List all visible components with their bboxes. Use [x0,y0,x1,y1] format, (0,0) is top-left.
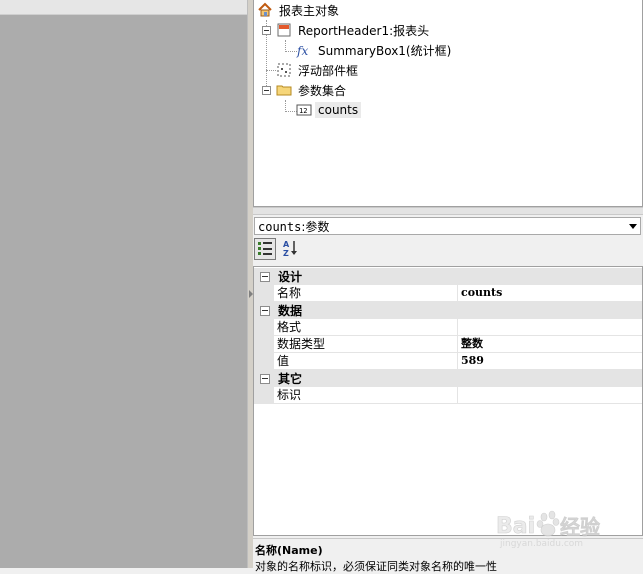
property-value[interactable]: counts [458,285,642,302]
property-name: 名称 [274,285,458,302]
report-header-icon [276,22,292,38]
category-label: 其它 [278,372,303,386]
tree-item-report-header[interactable]: ReportHeader1:报表头 [276,21,432,39]
alphabetical-button[interactable]: A Z [281,238,303,260]
tree-item-counts[interactable]: 12 counts [296,101,362,119]
baidu-watermark: Bai 经验 jingyan.baidu.com [494,505,614,555]
description-text: 对象的名称标识，必须保证同类对象名称的唯一性 [255,560,497,573]
svg-text:fx: fx [296,44,308,58]
property-name: 数据类型 [274,336,458,353]
selected-object-type: 参数 [305,219,330,234]
object-tree[interactable]: 报表主对象 ReportHeader1:报表头 fx SummaryBox1(统… [253,0,643,207]
property-name: 值 [274,353,458,370]
home-icon [257,2,273,18]
property-name: 标识 [274,387,458,404]
category-label: 设计 [278,270,303,284]
svg-text:12: 12 [299,107,307,115]
description-title: 名称(Name) [255,544,323,557]
property-toolbar: A Z [253,237,643,263]
svg-text:A: A [283,240,290,249]
object-inspector: 报表主对象 ReportHeader1:报表头 fx SummaryBox1(统… [253,0,643,573]
category-label: 数据 [278,304,303,318]
tree-item-label: 浮动部件框 [298,63,359,78]
watermark-suffix: 经验 [560,515,601,540]
property-row-name[interactable]: 名称 counts [254,285,642,302]
collapse-toggle-icon[interactable] [260,373,270,384]
left-canvas-area [0,0,247,568]
property-row-value[interactable]: 值 589 [254,353,642,370]
collapse-toggle-icon[interactable] [260,305,270,316]
collapse-toggle-icon[interactable] [262,26,271,35]
tree-item-floating-box[interactable]: 浮动部件框 [276,61,361,79]
object-selector[interactable]: counts:参数 [254,217,641,235]
tree-item-label: 参数集合 [298,83,347,98]
property-row-format[interactable]: 格式 [254,319,642,336]
property-value[interactable] [458,387,642,404]
tree-splitter[interactable] [253,207,643,215]
collapse-toggle-icon[interactable] [260,271,270,282]
tree-item-param-collection[interactable]: 参数集合 [276,81,349,99]
category-data[interactable]: 数据 [254,302,642,319]
categorized-button[interactable] [254,238,276,260]
watermark-url: jingyan.baidu.com [500,539,584,549]
property-row-identifier[interactable]: 标识 [254,387,642,404]
folder-icon [276,82,292,98]
categorized-icon [258,242,272,255]
property-name: 格式 [274,319,458,336]
property-value[interactable]: 整数 [458,336,642,353]
tree-item-label: counts [315,102,362,118]
category-design[interactable]: 设计 [254,268,642,285]
selected-object-name: counts [258,219,302,234]
floating-box-icon [276,62,292,78]
property-value[interactable] [458,319,642,336]
svg-text:Bai: Bai [496,514,535,539]
tree-item-label: ReportHeader1:报表头 [298,23,430,38]
tree-item-summary-box[interactable]: fx SummaryBox1(统计框) [296,41,454,59]
tree-item-report-main[interactable]: 报表主对象 [257,1,342,19]
tree-item-label: SummaryBox1(统计框) [318,43,452,58]
category-other[interactable]: 其它 [254,370,642,387]
property-grid[interactable]: 设计 名称 counts 数据 格式 数据类型 整数 值 589 其它 标识 [253,266,643,536]
function-fx-icon: fx [296,42,312,58]
collapse-toggle-icon[interactable] [262,86,271,95]
svg-text:Z: Z [283,249,289,258]
chevron-down-icon[interactable] [626,218,640,234]
property-value[interactable]: 589 [458,353,642,370]
left-header-strip [0,0,247,15]
sort-az-icon: A Z [283,240,297,258]
property-row-data-type[interactable]: 数据类型 整数 [254,336,642,353]
integer-param-icon: 12 [296,102,312,118]
tree-item-label: 报表主对象 [279,3,340,18]
